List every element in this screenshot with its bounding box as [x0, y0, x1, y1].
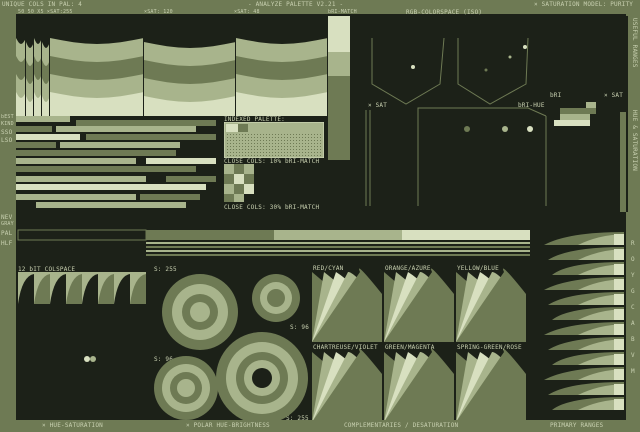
- sat-120-label[interactable]: ×SAT: 120: [144, 9, 173, 16]
- complementaries-panel: [312, 268, 526, 420]
- app-title: - ANALYZE PALETTE V2.21 -: [248, 1, 344, 8]
- hue-dot-2: [90, 356, 96, 362]
- sat-48-label[interactable]: ×SAT: 48: [234, 9, 260, 16]
- footer-complementaries[interactable]: COMPLEMENTARIES / DESATURATION: [344, 422, 458, 429]
- saturation-model-toggle[interactable]: × SATURATION MODEL: PURITY: [534, 1, 633, 8]
- brightness-column: [328, 16, 350, 160]
- label-pal[interactable]: PAL: [1, 230, 12, 237]
- label-kind: KIND: [1, 121, 14, 127]
- indexed-palette: [224, 122, 324, 158]
- orange-azure-label: ORANGE/AZURE: [385, 265, 431, 272]
- x-sat-left-label: × SAT: [368, 102, 388, 109]
- side-letter-b: B: [631, 336, 635, 343]
- x-sat-right-label: × SAT: [604, 92, 624, 99]
- close-cols-10-swatches: [224, 164, 254, 202]
- label-best: bEST: [1, 114, 14, 120]
- bri-right-label: bRI: [550, 92, 562, 99]
- polar-hue-brightness: [154, 274, 308, 420]
- yellow-blue-label: YELLOW/BLUE: [457, 265, 499, 272]
- close-cols-30-label: CLOSE COLS: 30% bRI-MATCH: [224, 204, 320, 211]
- label-lso: LSO: [1, 137, 13, 144]
- side-letter-y: Y: [631, 272, 635, 279]
- label-nev: NEV: [1, 214, 13, 221]
- side-letter-v: V: [631, 352, 635, 359]
- pal-bars: [16, 228, 530, 264]
- side-letter-m: M: [631, 368, 635, 375]
- side-letter-g: G: [631, 288, 635, 295]
- red-cyan-label: RED/CYAN: [313, 265, 344, 272]
- stats-label: 50 50 X5 ×SAT:255: [18, 9, 73, 15]
- footer-primary-ranges[interactable]: PRIMARY RANGES: [550, 422, 603, 429]
- bri-match-label: bRI-MATCH: [328, 9, 357, 15]
- side-letter-c: C: [631, 304, 635, 311]
- side-letter-o: O: [631, 256, 635, 263]
- rgb-colorspace-label: RGB-COLORSPACE (ISO): [406, 9, 483, 16]
- useful-ranges-label: USEFUL RANGES: [631, 18, 638, 68]
- label-hlf[interactable]: HLF: [1, 240, 12, 247]
- primary-ranges-panel: [540, 232, 624, 410]
- green-magenta-label: GREEN/MAGENTA: [385, 344, 435, 351]
- chartreuse-violet-label: CHARTREUSE/VIOLET: [313, 344, 378, 351]
- footer-polar[interactable]: × POLAR HUE-BRIGHTNESS: [186, 422, 270, 429]
- label-gray: GRAY: [1, 221, 14, 227]
- colspace-12bit: [18, 272, 146, 304]
- footer-hue-saturation[interactable]: × HUE-SATURATION: [42, 422, 103, 429]
- spring-rose-label: SPRING-GREEN/ROSE: [457, 344, 522, 351]
- hue-saturation-side-label: HUE & SATURATION: [631, 110, 638, 171]
- right-sidebar: USEFUL RANGES HUE & SATURATION R O Y G C A B V M: [628, 14, 640, 420]
- hue-saturation-panel: [16, 16, 328, 116]
- kind-bars-panel: [16, 116, 216, 208]
- side-letter-a: A: [631, 320, 635, 327]
- rgb-colorspace-panel: [350, 16, 628, 212]
- side-letter-r: R: [631, 240, 635, 247]
- label-sso: SSO: [1, 129, 13, 136]
- bri-hue-label: bRI-HUE: [518, 102, 545, 109]
- unique-cols-label: UNIQUE COLS IN PAL: 4: [2, 1, 83, 8]
